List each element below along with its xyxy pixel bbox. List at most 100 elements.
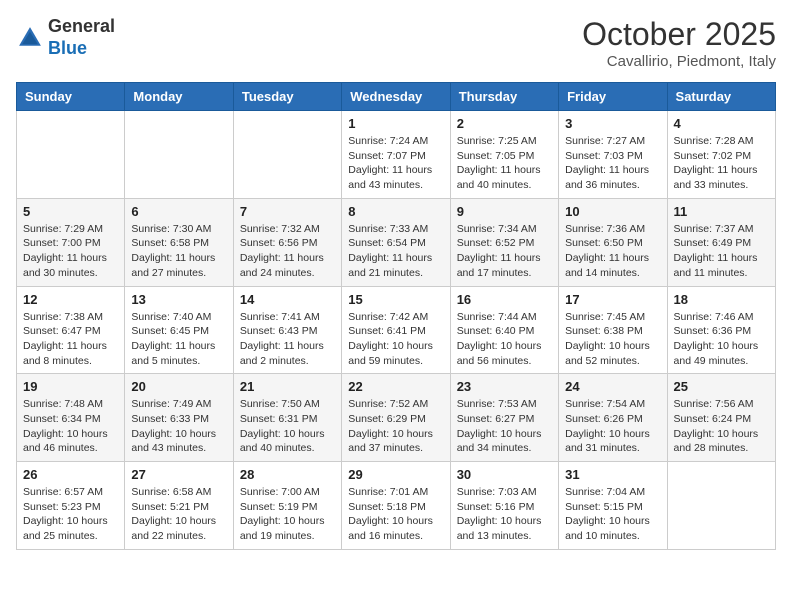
day-info: Sunrise: 7:53 AM Sunset: 6:27 PM Dayligh… xyxy=(457,397,552,456)
calendar-cell: 31 Sunrise: 7:04 AM Sunset: 5:15 PM Dayli… xyxy=(559,462,667,550)
calendar-cell: 5 Sunrise: 7:29 AM Sunset: 7:00 PM Daylig… xyxy=(17,198,125,286)
day-header-saturday: Saturday xyxy=(667,83,775,111)
title-block: October 2025 Cavallirio, Piedmont, Italy xyxy=(582,16,776,70)
day-info: Sunrise: 7:56 AM Sunset: 6:24 PM Dayligh… xyxy=(674,397,769,456)
day-info: Sunrise: 7:48 AM Sunset: 6:34 PM Dayligh… xyxy=(23,397,118,456)
day-info: Sunrise: 7:04 AM Sunset: 5:15 PM Dayligh… xyxy=(565,485,660,544)
day-number: 13 xyxy=(131,292,226,307)
calendar-cell: 9 Sunrise: 7:34 AM Sunset: 6:52 PM Daylig… xyxy=(450,198,558,286)
day-info: Sunrise: 7:34 AM Sunset: 6:52 PM Dayligh… xyxy=(457,222,552,281)
day-number: 27 xyxy=(131,467,226,482)
day-info: Sunrise: 7:33 AM Sunset: 6:54 PM Dayligh… xyxy=(348,222,443,281)
day-number: 20 xyxy=(131,379,226,394)
calendar-cell: 23Sunrise: 7:53 AM Sunset: 6:27 PM Dayli… xyxy=(450,374,558,462)
day-info: Sunrise: 7:25 AM Sunset: 7:05 PM Dayligh… xyxy=(457,134,552,193)
day-info: Sunrise: 6:57 AM Sunset: 5:23 PM Dayligh… xyxy=(23,485,118,544)
logo-general: General xyxy=(48,16,115,36)
day-info: Sunrise: 7:52 AM Sunset: 6:29 PM Dayligh… xyxy=(348,397,443,456)
day-info: Sunrise: 7:46 AM Sunset: 6:36 PM Dayligh… xyxy=(674,310,769,369)
day-info: Sunrise: 7:42 AM Sunset: 6:41 PM Dayligh… xyxy=(348,310,443,369)
day-number: 22 xyxy=(348,379,443,394)
day-info: Sunrise: 7:38 AM Sunset: 6:47 PM Dayligh… xyxy=(23,310,118,369)
day-info: Sunrise: 7:32 AM Sunset: 6:56 PM Dayligh… xyxy=(240,222,335,281)
day-number: 15 xyxy=(348,292,443,307)
calendar-cell: 3 Sunrise: 7:27 AM Sunset: 7:03 PM Daylig… xyxy=(559,111,667,199)
month-title: October 2025 xyxy=(582,16,776,53)
day-number: 1 xyxy=(348,116,443,131)
calendar-cell: 8 Sunrise: 7:33 AM Sunset: 6:54 PM Daylig… xyxy=(342,198,450,286)
calendar-table: SundayMondayTuesdayWednesdayThursdayFrid… xyxy=(16,82,776,550)
calendar-week-4: 19 Sunrise: 7:48 AM Sunset: 6:34 PM Dayli… xyxy=(17,374,776,462)
calendar-cell: 22 Sunrise: 7:52 AM Sunset: 6:29 PM Dayli… xyxy=(342,374,450,462)
logo-blue: Blue xyxy=(48,38,87,58)
calendar-cell: 14 Sunrise: 7:41 AM Sunset: 6:43 PM Dayli… xyxy=(233,286,341,374)
calendar-cell: 18Sunrise: 7:46 AM Sunset: 6:36 PM Dayli… xyxy=(667,286,775,374)
page-header: General Blue October 2025 Cavallirio, Pi… xyxy=(16,16,776,70)
day-header-tuesday: Tuesday xyxy=(233,83,341,111)
day-number: 26 xyxy=(23,467,118,482)
calendar-week-3: 12 Sunrise: 7:38 AM Sunset: 6:47 PM Dayli… xyxy=(17,286,776,374)
calendar-cell: 2 Sunrise: 7:25 AM Sunset: 7:05 PM Daylig… xyxy=(450,111,558,199)
calendar-cell: 28 Sunrise: 7:00 AM Sunset: 5:19 PM Dayli… xyxy=(233,462,341,550)
day-number: 3 xyxy=(565,116,660,131)
calendar-cell xyxy=(233,111,341,199)
day-number: 12 xyxy=(23,292,118,307)
day-info: Sunrise: 7:27 AM Sunset: 7:03 PM Dayligh… xyxy=(565,134,660,193)
calendar-cell: 29 Sunrise: 7:01 AM Sunset: 5:18 PM Dayli… xyxy=(342,462,450,550)
calendar-cell: 26 Sunrise: 6:57 AM Sunset: 5:23 PM Dayli… xyxy=(17,462,125,550)
day-header-wednesday: Wednesday xyxy=(342,83,450,111)
calendar-cell: 7 Sunrise: 7:32 AM Sunset: 6:56 PM Daylig… xyxy=(233,198,341,286)
day-info: Sunrise: 7:28 AM Sunset: 7:02 PM Dayligh… xyxy=(674,134,769,193)
day-info: Sunrise: 7:54 AM Sunset: 6:26 PM Dayligh… xyxy=(565,397,660,456)
day-number: 14 xyxy=(240,292,335,307)
day-info: Sunrise: 7:44 AM Sunset: 6:40 PM Dayligh… xyxy=(457,310,552,369)
day-info: Sunrise: 7:03 AM Sunset: 5:16 PM Dayligh… xyxy=(457,485,552,544)
day-info: Sunrise: 7:40 AM Sunset: 6:45 PM Dayligh… xyxy=(131,310,226,369)
day-info: Sunrise: 7:45 AM Sunset: 6:38 PM Dayligh… xyxy=(565,310,660,369)
logo: General Blue xyxy=(16,16,115,59)
day-info: Sunrise: 7:30 AM Sunset: 6:58 PM Dayligh… xyxy=(131,222,226,281)
day-info: Sunrise: 6:58 AM Sunset: 5:21 PM Dayligh… xyxy=(131,485,226,544)
day-number: 17 xyxy=(565,292,660,307)
calendar-cell: 16 Sunrise: 7:44 AM Sunset: 6:40 PM Dayli… xyxy=(450,286,558,374)
calendar-cell: 11 Sunrise: 7:37 AM Sunset: 6:49 PM Dayli… xyxy=(667,198,775,286)
day-number: 6 xyxy=(131,204,226,219)
day-number: 4 xyxy=(674,116,769,131)
calendar-cell: 15 Sunrise: 7:42 AM Sunset: 6:41 PM Dayli… xyxy=(342,286,450,374)
calendar-cell: 21Sunrise: 7:50 AM Sunset: 6:31 PM Dayli… xyxy=(233,374,341,462)
day-info: Sunrise: 7:01 AM Sunset: 5:18 PM Dayligh… xyxy=(348,485,443,544)
day-number: 25 xyxy=(674,379,769,394)
day-info: Sunrise: 7:37 AM Sunset: 6:49 PM Dayligh… xyxy=(674,222,769,281)
day-number: 11 xyxy=(674,204,769,219)
day-info: Sunrise: 7:24 AM Sunset: 7:07 PM Dayligh… xyxy=(348,134,443,193)
calendar-cell: 27 Sunrise: 6:58 AM Sunset: 5:21 PM Dayli… xyxy=(125,462,233,550)
day-number: 7 xyxy=(240,204,335,219)
day-number: 16 xyxy=(457,292,552,307)
day-number: 2 xyxy=(457,116,552,131)
calendar-week-2: 5 Sunrise: 7:29 AM Sunset: 7:00 PM Daylig… xyxy=(17,198,776,286)
day-header-sunday: Sunday xyxy=(17,83,125,111)
day-number: 31 xyxy=(565,467,660,482)
calendar-cell: 6 Sunrise: 7:30 AM Sunset: 6:58 PM Daylig… xyxy=(125,198,233,286)
calendar-cell: 20 Sunrise: 7:49 AM Sunset: 6:33 PM Dayli… xyxy=(125,374,233,462)
calendar-week-1: 1 Sunrise: 7:24 AM Sunset: 7:07 PM Daylig… xyxy=(17,111,776,199)
day-number: 5 xyxy=(23,204,118,219)
calendar-cell: 13 Sunrise: 7:40 AM Sunset: 6:45 PM Dayli… xyxy=(125,286,233,374)
day-number: 9 xyxy=(457,204,552,219)
day-number: 29 xyxy=(348,467,443,482)
location-subtitle: Cavallirio, Piedmont, Italy xyxy=(582,53,776,70)
calendar-cell: 30Sunrise: 7:03 AM Sunset: 5:16 PM Dayli… xyxy=(450,462,558,550)
day-info: Sunrise: 7:29 AM Sunset: 7:00 PM Dayligh… xyxy=(23,222,118,281)
day-info: Sunrise: 7:00 AM Sunset: 5:19 PM Dayligh… xyxy=(240,485,335,544)
day-number: 28 xyxy=(240,467,335,482)
calendar-cell: 1 Sunrise: 7:24 AM Sunset: 7:07 PM Daylig… xyxy=(342,111,450,199)
day-info: Sunrise: 7:49 AM Sunset: 6:33 PM Dayligh… xyxy=(131,397,226,456)
day-number: 8 xyxy=(348,204,443,219)
calendar-cell: 12 Sunrise: 7:38 AM Sunset: 6:47 PM Dayli… xyxy=(17,286,125,374)
day-number: 19 xyxy=(23,379,118,394)
calendar-cell: 17 Sunrise: 7:45 AM Sunset: 6:38 PM Dayli… xyxy=(559,286,667,374)
day-info: Sunrise: 7:41 AM Sunset: 6:43 PM Dayligh… xyxy=(240,310,335,369)
calendar-cell xyxy=(125,111,233,199)
calendar-cell xyxy=(667,462,775,550)
calendar-cell: 10Sunrise: 7:36 AM Sunset: 6:50 PM Dayli… xyxy=(559,198,667,286)
